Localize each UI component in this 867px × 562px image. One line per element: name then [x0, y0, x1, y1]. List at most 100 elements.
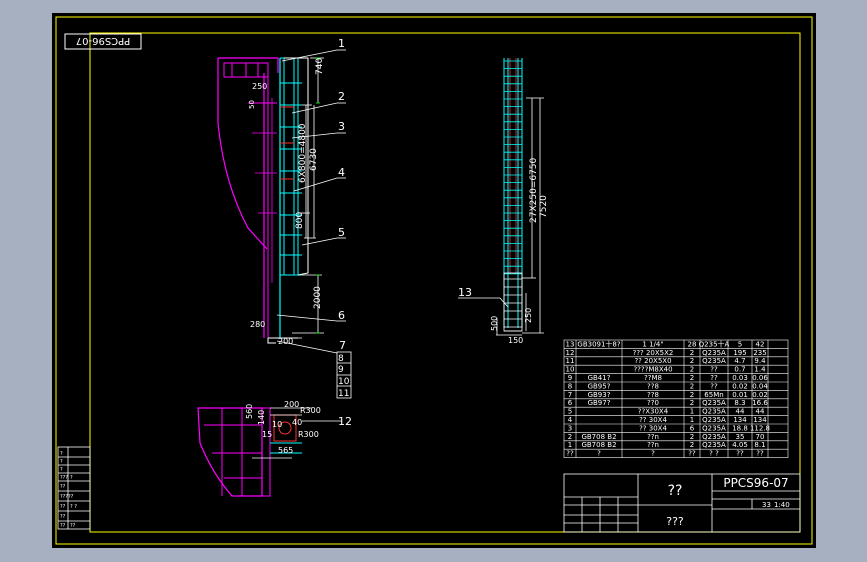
bom-cell: ??: [688, 450, 696, 458]
drawing-number: PPCS96-07: [723, 476, 788, 490]
bom-cell: Q235A: [702, 416, 726, 424]
left-revision-text: ? ? ? ??? ? ?? ????? ?? ? ? ?? ?? ??: [60, 451, 77, 529]
dim-7520: 7520: [539, 195, 549, 218]
dim-15: 15: [262, 430, 272, 439]
bom-cell: GB97?: [588, 399, 611, 407]
balloon-leaders: [276, 49, 346, 354]
bom-cell: GB41?: [588, 374, 611, 382]
dim-40: 40: [292, 418, 302, 427]
bom-cell: ?? 20X5X0: [634, 357, 671, 365]
dim-27x250: 27X250=6750: [529, 157, 539, 223]
dim-560: 560: [245, 404, 254, 419]
bom-cell: ????M8X40: [633, 366, 672, 374]
bom-cell: 235: [753, 349, 766, 357]
bom-cell: 1: [690, 416, 694, 424]
bom-cell: 13: [566, 340, 575, 348]
bom-cell: 6: [690, 424, 695, 432]
bom-cell: 4.7: [734, 357, 745, 365]
bom-cell: 2: [690, 391, 694, 399]
svg-text:?????: ?????: [60, 494, 74, 500]
dim-50: 50: [248, 100, 256, 109]
bom-cell: Q235十A: [699, 339, 730, 348]
svg-text:? ?: ? ?: [70, 504, 77, 510]
dim-150: 150: [508, 336, 523, 345]
sheet-border: [55, 16, 813, 545]
balloon-3: 3: [338, 120, 345, 133]
bom-cell: 70: [756, 433, 765, 441]
bom-cell: ??: [566, 450, 574, 458]
bom-cell: 0.03: [732, 374, 748, 382]
bom-cell: GB708 B2: [581, 433, 616, 441]
bom-cell: 112.8: [750, 424, 770, 432]
bom-cell: Q235A: [702, 349, 726, 357]
mirrored-drawing-number: PPCS96-07: [76, 35, 130, 46]
bom-cell: 2: [690, 357, 694, 365]
svg-text:??: ??: [60, 484, 66, 490]
bom-cell: ?? 30X4: [639, 416, 667, 424]
bom-cell: 0.04: [752, 382, 768, 390]
dim-200-plan: 200: [284, 400, 299, 409]
balloon-5: 5: [338, 226, 345, 239]
bom-cell: 2: [568, 433, 572, 441]
bom-cell: 0.02: [732, 382, 748, 390]
bom-cell: 5: [738, 340, 742, 348]
bom-cell: Q235A: [702, 441, 726, 449]
bom-cell: 4.05: [732, 441, 748, 449]
bom-cell: 134: [733, 416, 747, 424]
plan-view: [197, 407, 342, 497]
balloon-13: 13: [458, 286, 472, 299]
svg-text:?: ?: [60, 467, 63, 473]
bom-cell: 1.4: [754, 366, 766, 374]
bom-cell: 0.06: [752, 374, 768, 382]
bom-cell: Q235A: [702, 424, 726, 432]
bom-cell: ?: [651, 450, 655, 458]
bom-cell: ??8: [647, 391, 659, 399]
cad-drawing: PPCS96-07 ? ? ? ??? ? ?? ????? ?? ? ? ??…: [55, 16, 813, 545]
dim-2000: 2000: [313, 286, 323, 309]
dim-10: 10: [272, 420, 282, 429]
dim-500: 500: [490, 316, 499, 331]
bom-cell: ??? 20X5X2: [633, 349, 674, 357]
bom-cell: 2: [690, 441, 694, 449]
balloon-6: 6: [338, 309, 345, 322]
side-view: [217, 57, 324, 344]
bom-cell: ??8: [647, 382, 659, 390]
drawing-scale: 1:40: [774, 501, 790, 509]
bom-cell: Q235A: [702, 433, 726, 441]
bom-cell: GB95?: [588, 382, 611, 390]
svg-text:?: ?: [70, 475, 73, 481]
svg-text:??: ??: [70, 523, 76, 529]
bom-cell: ??n: [647, 441, 659, 449]
bom-cell: ?: [597, 450, 601, 458]
dim-280: 280: [250, 320, 265, 329]
bom-cell: 0.01: [732, 391, 748, 399]
bom-cell: 1: [690, 408, 694, 416]
bom-table: 13 GB3091十8? 1 1/4" 28 Q235十A 5 4212??? 20X5X2…: [563, 339, 789, 458]
dim-250: 250: [252, 82, 267, 91]
bom-cell: 4: [568, 416, 573, 424]
bom-cell: ? ?: [709, 450, 719, 458]
bom-cell: ??: [756, 450, 764, 458]
svg-text:?: ?: [60, 459, 63, 465]
sheet-number: 33: [762, 501, 771, 509]
bom-cell: 3: [568, 424, 572, 432]
bom-cell: ??: [710, 382, 718, 390]
bom-cell: 12: [566, 349, 575, 357]
bom-cell: 8: [568, 382, 572, 390]
bom-cell: 35: [736, 433, 745, 441]
dim-6x800: 6X800=4800: [298, 123, 308, 183]
bom-cell: 9: [568, 374, 572, 382]
bom-cell: ??X30X4: [638, 408, 669, 416]
bom-cell: 1: [568, 441, 572, 449]
bom-cell: ??0: [647, 399, 659, 407]
bom-cell: 0.02: [752, 391, 768, 399]
bom-cell: GB3091十8?: [577, 339, 620, 348]
bom-cell: 5: [568, 408, 572, 416]
dim-r300a: R300: [300, 406, 321, 415]
bom-cell: 0.7: [734, 366, 745, 374]
bom-cell: ??: [736, 450, 744, 458]
cad-viewport[interactable]: PPCS96-07 ? ? ? ??? ? ?? ????? ?? ? ? ??…: [52, 13, 816, 548]
bom-cell: 44: [756, 408, 765, 416]
balloon-4: 4: [338, 166, 345, 179]
bom-cell: 11: [566, 357, 575, 365]
